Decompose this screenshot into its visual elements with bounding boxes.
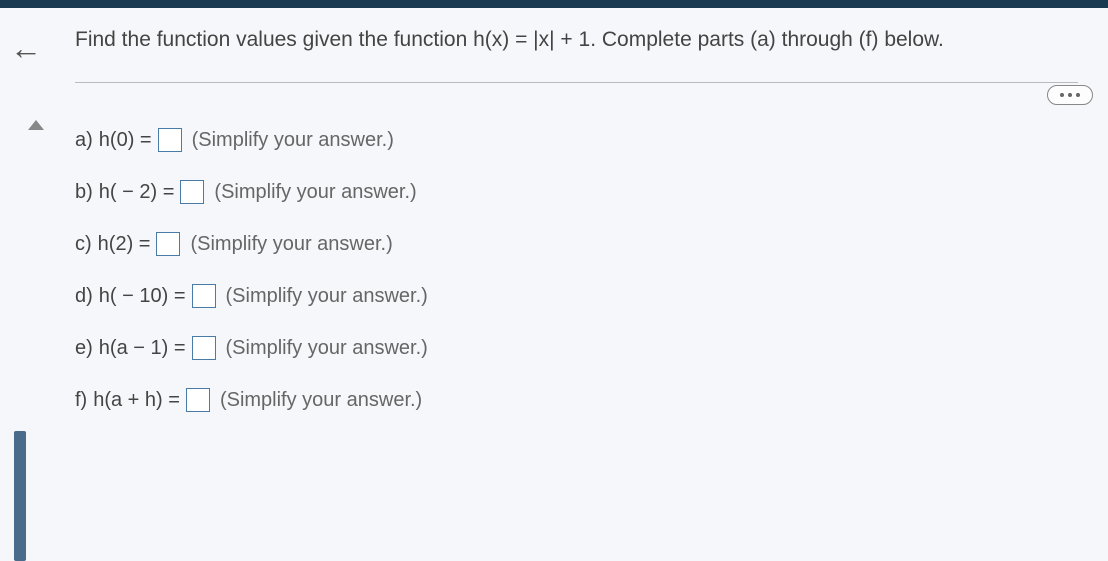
part-label: c) (75, 233, 92, 256)
answer-input-a[interactable] (158, 128, 182, 152)
question-a: a) h(0) = (Simplify your answer.) (75, 128, 1078, 152)
question-prompt: Find the function values given the funct… (75, 28, 1078, 83)
part-expression: h(0) = (99, 129, 152, 152)
questions-list: a) h(0) = (Simplify your answer.) b) h( … (75, 128, 1078, 412)
answer-input-e[interactable] (192, 336, 216, 360)
part-label: d) (75, 285, 93, 308)
question-e: e) h(a − 1) = (Simplify your answer.) (75, 336, 1078, 360)
part-label: f) (75, 389, 87, 412)
dot-icon (1076, 93, 1080, 97)
question-b: b) h( − 2) = (Simplify your answer.) (75, 180, 1078, 204)
answer-input-f[interactable] (186, 388, 210, 412)
dot-icon (1068, 93, 1072, 97)
part-expression: h( − 2) = (99, 181, 175, 204)
window-top-bar (0, 0, 1108, 8)
more-menu-button[interactable] (1047, 85, 1093, 105)
part-hint: (Simplify your answer.) (190, 233, 392, 256)
part-expression: h(2) = (98, 233, 151, 256)
part-label: b) (75, 181, 93, 204)
part-expression: h(a + h) = (93, 389, 180, 412)
part-hint: (Simplify your answer.) (214, 181, 416, 204)
dot-icon (1060, 93, 1064, 97)
question-c: c) h(2) = (Simplify your answer.) (75, 232, 1078, 256)
part-expression: h(a − 1) = (99, 337, 186, 360)
content-area: Find the function values given the funct… (75, 8, 1108, 412)
part-label: e) (75, 337, 93, 360)
back-arrow-icon[interactable]: ← (10, 30, 42, 67)
part-expression: h( − 10) = (99, 285, 186, 308)
part-label: a) (75, 129, 93, 152)
answer-input-b[interactable] (180, 180, 204, 204)
part-hint: (Simplify your answer.) (226, 337, 428, 360)
progress-indicator (14, 431, 26, 561)
answer-input-d[interactable] (192, 284, 216, 308)
answer-input-c[interactable] (156, 232, 180, 256)
scroll-up-icon[interactable] (28, 120, 44, 130)
part-hint: (Simplify your answer.) (220, 389, 422, 412)
part-hint: (Simplify your answer.) (226, 285, 428, 308)
part-hint: (Simplify your answer.) (192, 129, 394, 152)
question-d: d) h( − 10) = (Simplify your answer.) (75, 284, 1078, 308)
question-f: f) h(a + h) = (Simplify your answer.) (75, 388, 1078, 412)
